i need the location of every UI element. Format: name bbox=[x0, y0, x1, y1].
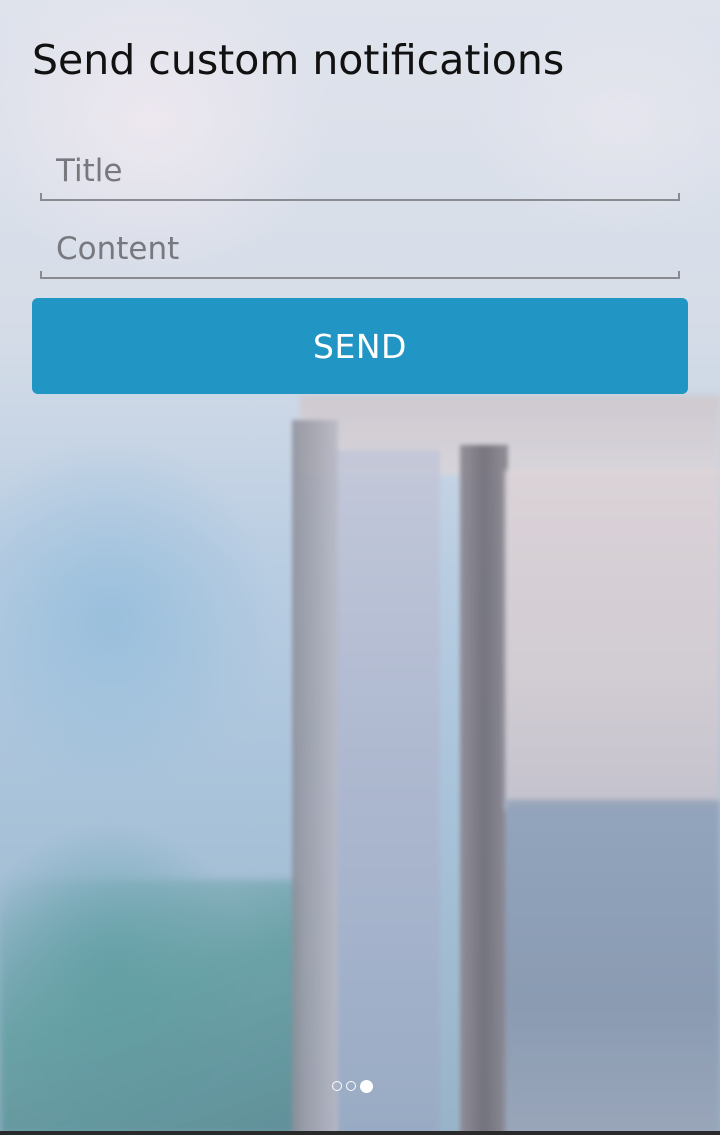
background-teal-region bbox=[0, 880, 300, 1135]
background-pillar-mid bbox=[330, 450, 440, 1135]
content-field[interactable] bbox=[40, 219, 680, 279]
background-block-right bbox=[505, 470, 720, 810]
title-field-underline bbox=[40, 193, 680, 201]
page-indicator bbox=[332, 1079, 388, 1093]
page-dot[interactable] bbox=[346, 1081, 356, 1091]
background-lower-right bbox=[505, 800, 720, 1135]
page-dot-active[interactable] bbox=[360, 1079, 373, 1093]
title-field[interactable] bbox=[40, 141, 680, 201]
page-title: Send custom notifications bbox=[32, 36, 565, 84]
send-button[interactable]: SEND bbox=[32, 298, 688, 394]
content-field-underline bbox=[40, 271, 680, 279]
bottom-edge bbox=[0, 1131, 720, 1135]
page-dot[interactable] bbox=[332, 1081, 342, 1091]
title-input[interactable] bbox=[40, 141, 680, 201]
background-pillar-dark bbox=[460, 445, 508, 1135]
background-pillar-left bbox=[292, 420, 338, 1135]
content-input[interactable] bbox=[40, 219, 680, 279]
